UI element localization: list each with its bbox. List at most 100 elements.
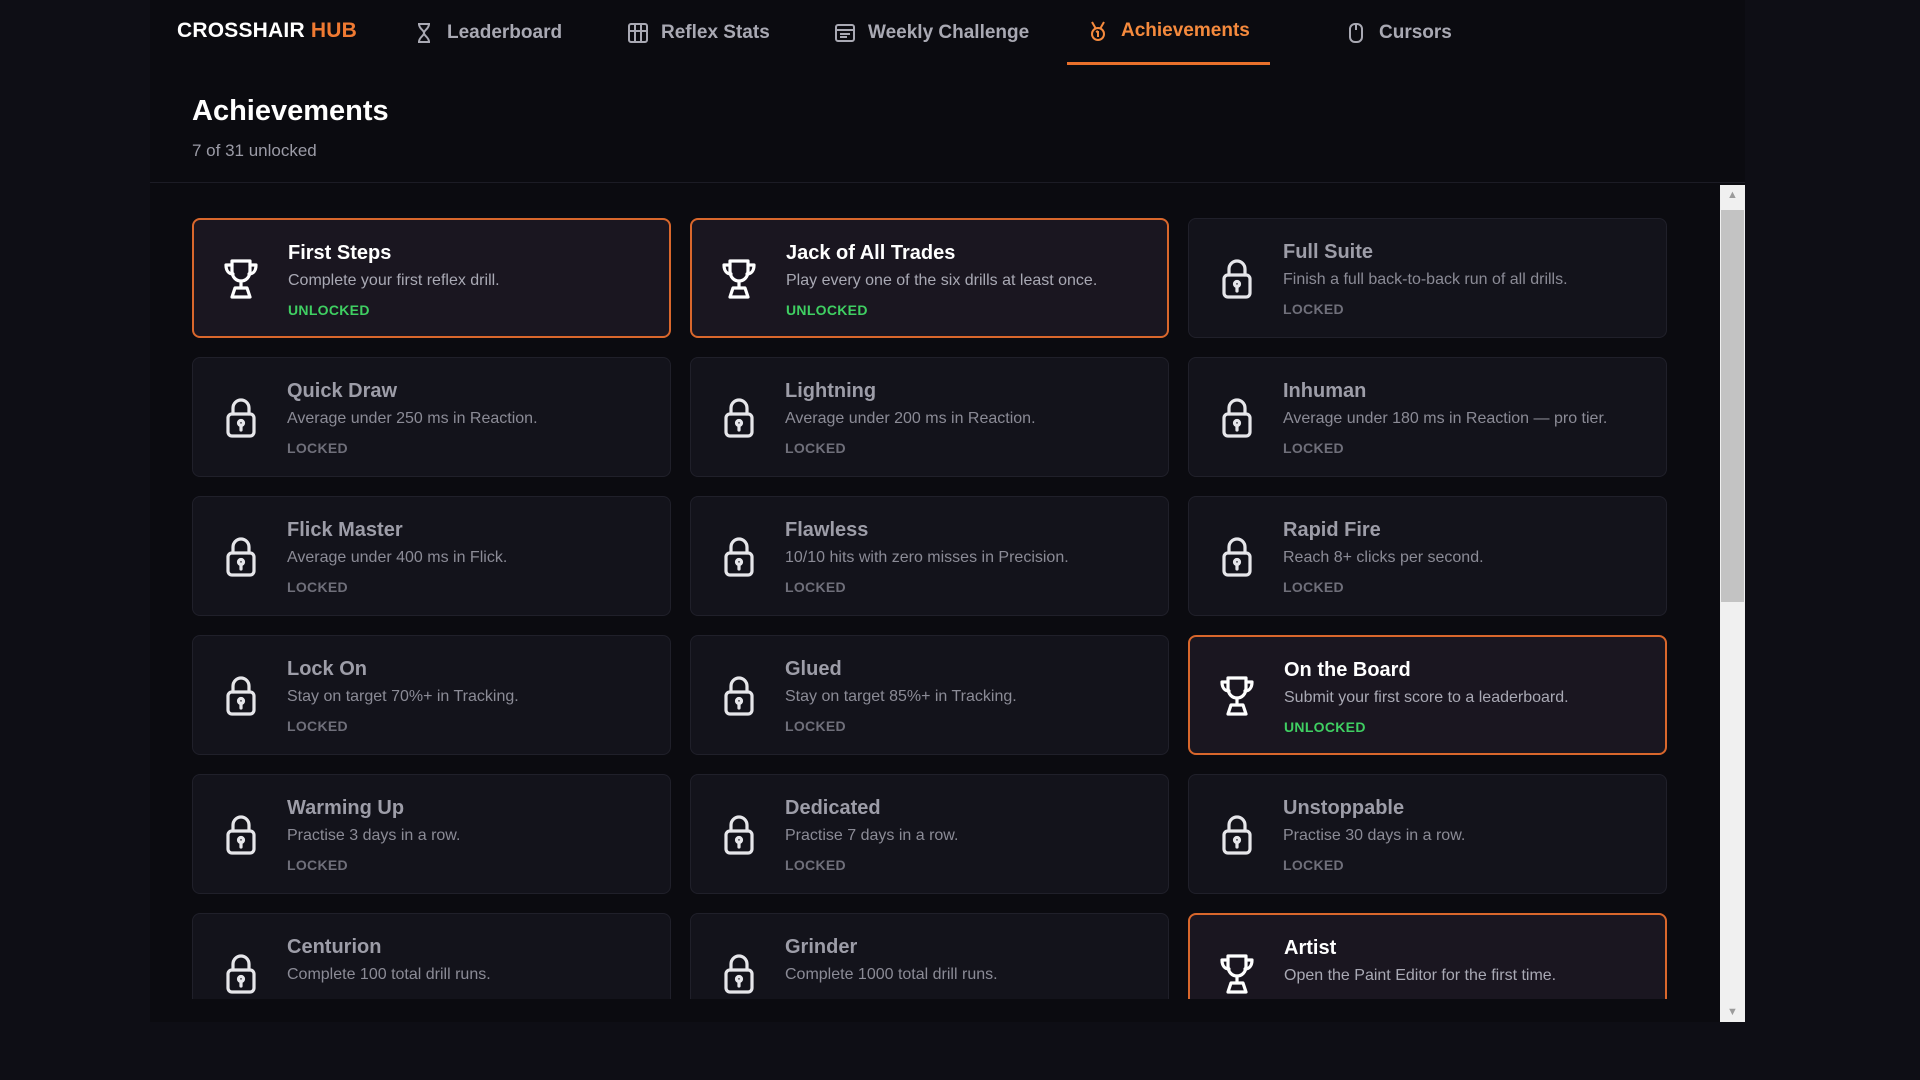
tab-weekly-challenge[interactable]: Weekly Challenge	[814, 0, 1049, 65]
achievement-description: Practise 7 days in a row.	[785, 827, 959, 844]
achievement-description: Complete 100 total drill runs.	[287, 966, 491, 983]
achievement-name: Dedicated	[785, 797, 881, 819]
tab-cursors[interactable]: Cursors	[1325, 0, 1472, 65]
achievement-name: Full Suite	[1283, 241, 1373, 263]
achievement-card[interactable]: On the Board Submit your first score to …	[1188, 635, 1667, 755]
tab-label: Weekly Challenge	[868, 21, 1030, 43]
achievement-status: LOCKED	[785, 440, 846, 456]
achievement-card[interactable]: Artist Open the Paint Editor for the fir…	[1188, 913, 1667, 999]
achievement-name: Lightning	[785, 380, 877, 402]
grid-chart-icon	[627, 22, 649, 44]
brand-accent: HUB	[310, 19, 357, 42]
tab-label: Reflex Stats	[661, 21, 770, 43]
tab-achievements[interactable]: Achievements	[1067, 0, 1270, 65]
achievement-description: Average under 250 ms in Reaction.	[287, 410, 538, 427]
achievement-card[interactable]: Lock On Stay on target 70%+ in Tracking.…	[192, 635, 671, 755]
achievement-description: Complete your first reflex drill.	[288, 272, 500, 289]
achievement-card[interactable]: Unstoppable Practise 30 days in a row. L…	[1188, 774, 1667, 894]
achievements-panel: Achievements 7 of 31 unlocked First Step…	[150, 65, 1745, 1022]
scrollbar[interactable]: ▲ ▼	[1720, 185, 1745, 1022]
trophy-icon	[719, 257, 759, 301]
achievement-description: Practise 3 days in a row.	[287, 827, 461, 844]
achievement-status: UNLOCKED	[1284, 997, 1366, 999]
achievement-status: LOCKED	[1283, 857, 1344, 873]
achievement-status: LOCKED	[287, 718, 348, 734]
top-nav: CROSSHAIR HUB Leaderboard Reflex Stats W…	[150, 0, 1745, 65]
achievement-description: Complete 1000 total drill runs.	[785, 966, 998, 983]
achievement-name: Grinder	[785, 936, 858, 958]
lock-icon	[1217, 396, 1257, 440]
achievement-name: Quick Draw	[287, 380, 398, 402]
achievement-status: UNLOCKED	[786, 302, 868, 318]
achievement-name: Flick Master	[287, 519, 403, 541]
achievement-status: LOCKED	[1283, 301, 1344, 317]
achievement-name: Unstoppable	[1283, 797, 1405, 819]
lock-icon	[719, 535, 759, 579]
tab-label: Cursors	[1379, 21, 1452, 43]
lock-icon	[1217, 257, 1257, 301]
achievement-status: UNLOCKED	[288, 302, 370, 318]
brand-logo[interactable]: CROSSHAIR HUB	[177, 19, 357, 43]
achievement-description: Submit your first score to a leaderboard…	[1284, 689, 1569, 706]
lock-icon	[719, 674, 759, 718]
unlock-count: 7 of 31 unlocked	[192, 141, 317, 160]
achievement-description: Stay on target 70%+ in Tracking.	[287, 688, 519, 705]
achievement-description: Average under 400 ms in Flick.	[287, 549, 508, 566]
achievement-status: LOCKED	[785, 579, 846, 595]
achievement-card[interactable]: Centurion Complete 100 total drill runs.…	[192, 913, 671, 999]
tab-reflex-stats[interactable]: Reflex Stats	[607, 0, 790, 65]
trophy-icon	[1217, 674, 1257, 718]
achievement-name: Inhuman	[1283, 380, 1367, 402]
lock-icon	[221, 396, 261, 440]
achievement-description: Open the Paint Editor for the first time…	[1284, 967, 1557, 984]
achievement-name: On the Board	[1284, 659, 1411, 681]
achievement-description: Stay on target 85%+ in Tracking.	[785, 688, 1017, 705]
scroll-thumb[interactable]	[1721, 210, 1744, 602]
trophy-icon	[1217, 952, 1257, 996]
achievement-card[interactable]: Quick Draw Average under 250 ms in React…	[192, 357, 671, 477]
achievement-status: LOCKED	[287, 996, 348, 999]
achievement-card[interactable]: Grinder Complete 1000 total drill runs. …	[690, 913, 1169, 999]
achievement-status: LOCKED	[1283, 579, 1344, 595]
achievement-card[interactable]: Rapid Fire Reach 8+ clicks per second. L…	[1188, 496, 1667, 616]
achievement-card[interactable]: Lightning Average under 200 ms in Reacti…	[690, 357, 1169, 477]
trophy-icon	[221, 257, 261, 301]
achievement-status: LOCKED	[785, 857, 846, 873]
cursor-icon	[1345, 22, 1367, 44]
achievement-name: First Steps	[288, 242, 392, 264]
achievement-card[interactable]: Dedicated Practise 7 days in a row. LOCK…	[690, 774, 1169, 894]
achievement-name: Jack of All Trades	[786, 242, 956, 264]
scroll-down-arrow[interactable]: ▼	[1720, 1002, 1745, 1022]
achievement-description: Finish a full back-to-back run of all dr…	[1283, 271, 1568, 288]
achievement-name: Artist	[1284, 937, 1337, 959]
medal-icon	[1087, 20, 1109, 42]
brand-name: CROSSHAIR	[177, 19, 305, 42]
achievement-description: Play every one of the six drills at leas…	[786, 272, 1098, 289]
achievement-status: LOCKED	[287, 579, 348, 595]
achievement-description: Reach 8+ clicks per second.	[1283, 549, 1484, 566]
achievement-name: Centurion	[287, 936, 382, 958]
achievement-card[interactable]: Flawless 10/10 hits with zero misses in …	[690, 496, 1169, 616]
achievement-description: Average under 200 ms in Reaction.	[785, 410, 1036, 427]
achievement-name: Rapid Fire	[1283, 519, 1381, 541]
lock-icon	[1217, 813, 1257, 857]
lock-icon	[221, 535, 261, 579]
lock-icon	[1217, 535, 1257, 579]
achievement-card[interactable]: Flick Master Average under 400 ms in Fli…	[192, 496, 671, 616]
tab-label: Achievements	[1121, 20, 1250, 41]
achievements-scroll-area[interactable]: First Steps Complete your first reflex d…	[192, 218, 1672, 999]
tab-leaderboard[interactable]: Leaderboard	[393, 0, 582, 65]
achievement-name: Lock On	[287, 658, 368, 680]
achievement-status: LOCKED	[287, 440, 348, 456]
achievement-card[interactable]: Inhuman Average under 180 ms in Reaction…	[1188, 357, 1667, 477]
achievement-card[interactable]: First Steps Complete your first reflex d…	[192, 218, 671, 338]
achievement-card[interactable]: Warming Up Practise 3 days in a row. LOC…	[192, 774, 671, 894]
achievement-card[interactable]: Full Suite Finish a full back-to-back ru…	[1188, 218, 1667, 338]
achievement-card[interactable]: Jack of All Trades Play every one of the…	[690, 218, 1169, 338]
achievement-name: Warming Up	[287, 797, 405, 819]
achievement-card[interactable]: Glued Stay on target 85%+ in Tracking. L…	[690, 635, 1169, 755]
lock-icon	[221, 674, 261, 718]
calendar-icon	[834, 22, 856, 44]
scroll-up-arrow[interactable]: ▲	[1720, 185, 1745, 205]
achievement-status: LOCKED	[287, 857, 348, 873]
